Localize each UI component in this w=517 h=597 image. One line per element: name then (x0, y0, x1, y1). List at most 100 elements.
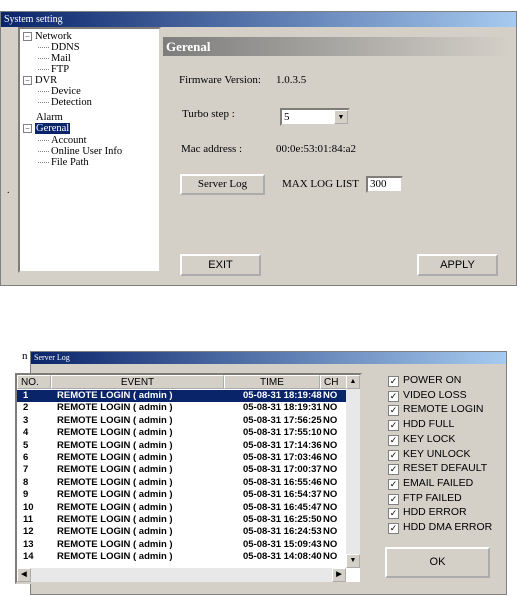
tree-item-device[interactable]: Device (38, 86, 81, 97)
table-row[interactable]: 1 REMOTE LOGIN ( admin ) 05-08-31 18:19:48… (17, 390, 348, 402)
filter-label: HDD ERROR (403, 506, 467, 519)
window-title: Server Log (31, 352, 506, 364)
table-row[interactable]: 4 REMOTE LOGIN ( admin ) 05-08-31 17:55:10… (17, 427, 348, 439)
cell-ch: NO (323, 402, 338, 414)
cell-no: 12 (23, 526, 34, 538)
cell-no: 4 (23, 427, 29, 439)
check-icon[interactable]: ✓ (388, 508, 399, 520)
filter-checkbox[interactable]: ✓ EMAIL FAILED (388, 477, 473, 490)
tree-item-general[interactable]: − Gerenal (23, 123, 71, 134)
max-log-list-input[interactable]: 300 (366, 176, 403, 193)
firmware-label: Firmware Version: (179, 74, 261, 86)
arrow-up-icon[interactable]: ▲ (346, 375, 360, 389)
tree-item-network[interactable]: − Network (23, 31, 72, 42)
vertical-scrollbar[interactable]: ▲ ▼ (346, 375, 360, 568)
cell-event: REMOTE LOGIN ( admin ) (57, 526, 173, 538)
cell-time: 05-08-31 17:00:37 (243, 464, 322, 476)
filter-checkbox[interactable]: ✓ KEY UNLOCK (388, 448, 471, 461)
check-icon[interactable]: ✓ (388, 434, 399, 446)
ok-button[interactable]: OK (385, 547, 490, 578)
cell-ch: NO (323, 551, 338, 563)
check-icon[interactable]: ✓ (388, 478, 399, 490)
table-row[interactable]: 11 REMOTE LOGIN ( admin ) 05-08-31 16:25:5… (17, 514, 348, 526)
table-row[interactable]: 6 REMOTE LOGIN ( admin ) 05-08-31 17:03:46… (17, 452, 348, 464)
tree-item-detection[interactable]: Detection (38, 97, 92, 108)
tree-item-file-path[interactable]: File Path (38, 157, 89, 168)
check-icon[interactable]: ✓ (388, 464, 399, 476)
cell-event: REMOTE LOGIN ( admin ) (57, 551, 173, 563)
filter-checkbox[interactable]: ✓ FTP FAILED (388, 492, 462, 505)
horizontal-scrollbar[interactable]: ◀ ▶ (17, 568, 346, 582)
check-icon[interactable]: ✓ (388, 405, 399, 417)
filter-checkbox[interactable]: ✓ POWER ON (388, 374, 461, 387)
table-row[interactable]: 13 REMOTE LOGIN ( admin ) 05-08-31 15:09:4… (17, 539, 348, 551)
column-header-event[interactable]: EVENT (51, 375, 224, 389)
apply-button[interactable]: APPLY (417, 254, 498, 276)
filter-label: FTP FAILED (403, 491, 462, 504)
cell-time: 05-08-31 16:24:53 (243, 526, 322, 538)
cell-ch: NO (323, 427, 338, 439)
filter-checkbox[interactable]: ✓ REMOTE LOGIN (388, 403, 484, 417)
table-row[interactable]: 3 REMOTE LOGIN ( admin ) 05-08-31 17:56:25… (17, 415, 348, 427)
cell-no: 2 (23, 402, 29, 414)
table-row[interactable]: 10 REMOTE LOGIN ( admin ) 05-08-31 16:45:4… (17, 502, 348, 514)
exit-button[interactable]: EXIT (180, 254, 261, 276)
cell-event: REMOTE LOGIN ( admin ) (57, 452, 173, 463)
cell-ch: NO (323, 538, 338, 550)
filter-checkbox[interactable]: ✓ VIDEO LOSS (388, 389, 467, 402)
cell-ch: NO (323, 452, 338, 463)
arrow-down-icon[interactable]: ▼ (346, 554, 360, 568)
check-icon[interactable]: ✓ (388, 523, 399, 534)
tree-item-dvr[interactable]: − DVR (23, 75, 57, 86)
check-icon[interactable]: ✓ (388, 390, 399, 402)
column-header-time[interactable]: TIME (224, 375, 320, 389)
tree-item-online-user-info[interactable]: Online User Info (38, 146, 122, 157)
cell-time: 05-08-31 17:03:46 (243, 452, 322, 463)
cell-ch: NO (323, 414, 338, 426)
cell-event: REMOTE LOGIN ( admin ) (57, 489, 173, 501)
collapse-icon[interactable]: − (23, 124, 32, 134)
table-row[interactable]: 14 REMOTE LOGIN ( admin ) 05-08-31 14:08:4… (17, 551, 348, 563)
cell-time: 05-08-31 16:54:37 (243, 489, 322, 501)
table-row[interactable]: 2 REMOTE LOGIN ( admin ) 05-08-31 18:19:31… (17, 402, 348, 414)
tree-item-mail[interactable]: Mail (38, 53, 71, 64)
table-row[interactable]: 5 REMOTE LOGIN ( admin ) 05-08-31 17:14:36… (17, 440, 348, 452)
check-icon[interactable]: ✓ (388, 376, 399, 387)
filter-checkbox[interactable]: ✓ HDD DMA ERROR (388, 521, 492, 534)
tree-item-alarm[interactable]: Alarm (36, 112, 63, 123)
collapse-icon[interactable]: − (23, 76, 32, 86)
check-icon[interactable]: ✓ (388, 449, 399, 461)
check-icon[interactable]: ✓ (388, 420, 399, 432)
cell-event: REMOTE LOGIN ( admin ) (57, 390, 173, 401)
collapse-icon[interactable]: − (23, 32, 32, 42)
tree-item-ddns[interactable]: DDNS (38, 42, 80, 53)
arrow-right-icon[interactable]: ▶ (332, 568, 346, 582)
server-log-button[interactable]: Server Log (180, 174, 265, 195)
column-header-ch[interactable]: CH (320, 375, 348, 389)
arrow-left-icon[interactable]: ◀ (17, 568, 31, 582)
filter-checkbox[interactable]: ✓ RESET DEFAULT (388, 462, 487, 476)
filter-checkbox[interactable]: ✓ HDD FULL (388, 418, 454, 432)
tree-item-account[interactable]: Account (38, 135, 87, 146)
check-icon[interactable]: ✓ (388, 493, 399, 505)
cell-event: REMOTE LOGIN ( admin ) (57, 501, 173, 513)
turbo-step-select[interactable]: 5 ▼ (280, 108, 350, 126)
tree-item-ftp[interactable]: FTP (38, 64, 69, 75)
filter-label: KEY LOCK (403, 432, 456, 445)
filter-checkbox[interactable]: ✓ KEY LOCK (388, 433, 455, 446)
cell-event: REMOTE LOGIN ( admin ) (57, 439, 173, 451)
cell-no: 6 (23, 452, 29, 463)
table-row[interactable]: 9 REMOTE LOGIN ( admin ) 05-08-31 16:54:37… (17, 489, 348, 501)
table-row[interactable]: 8 REMOTE LOGIN ( admin ) 05-08-31 16:55:46… (17, 477, 348, 489)
column-header-no[interactable]: NO. (17, 375, 51, 389)
table-row[interactable]: 12 REMOTE LOGIN ( admin ) 05-08-31 16:24:5… (17, 526, 348, 538)
cell-no: 11 (23, 514, 34, 525)
cell-no: 3 (23, 414, 29, 426)
cell-time: 05-08-31 15:09:43 (243, 538, 322, 550)
table-row[interactable]: 7 REMOTE LOGIN ( admin ) 05-08-31 17:00:37… (17, 464, 348, 476)
cell-ch: NO (323, 464, 338, 476)
chevron-down-icon[interactable]: ▼ (334, 110, 348, 124)
filter-checkbox[interactable]: ✓ HDD ERROR (388, 506, 467, 520)
cell-time: 05-08-31 14:08:40 (243, 551, 322, 563)
mac-address-value: 00:0e:53:01:84:a2 (276, 143, 357, 155)
